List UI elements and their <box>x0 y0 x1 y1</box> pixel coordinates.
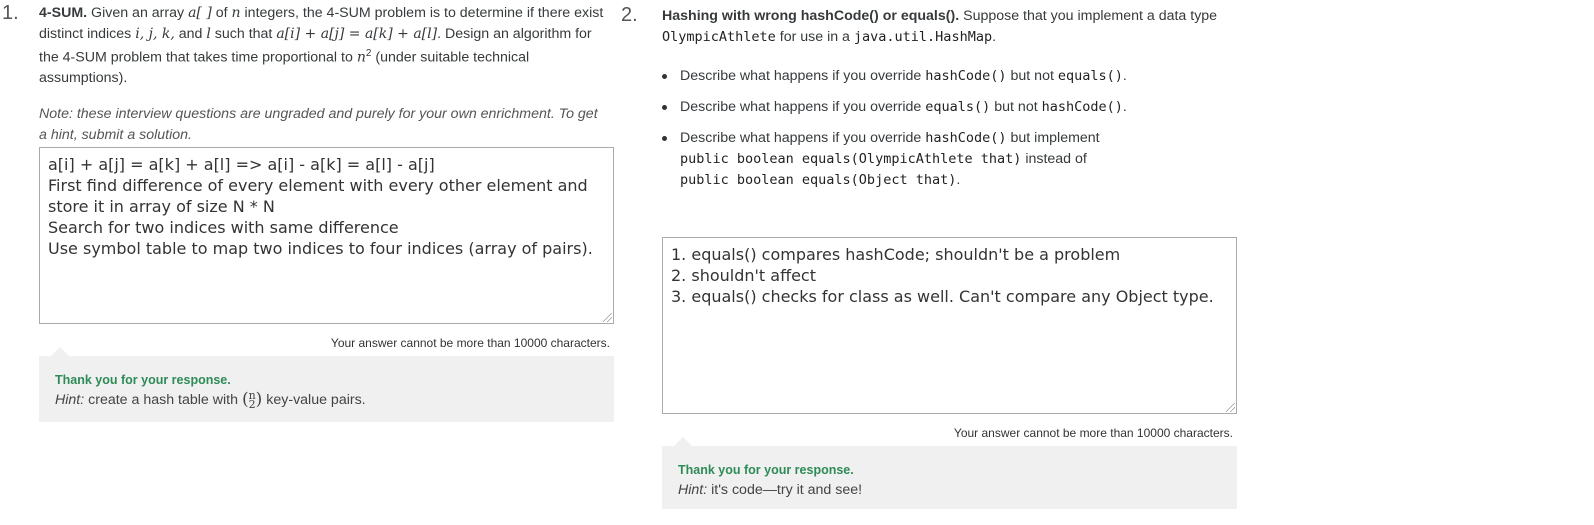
question-2-hint: Hint: it's code—try it and see! <box>678 482 863 498</box>
question-2-bullet-list: Describe what happens if you override ha… <box>662 66 1222 201</box>
question-2-bullet-3: Describe what happens if you override ha… <box>662 128 1222 191</box>
question-1-resize-handle[interactable] <box>603 313 612 322</box>
question-1-feedback: Thank you for your response. Hint: creat… <box>39 347 614 422</box>
question-1-answer-textarea[interactable]: a[i] + a[j] = a[k] + a[l] => a[i] - a[k]… <box>39 147 614 324</box>
question-2-bullet-2: Describe what happens if you override eq… <box>662 97 1222 118</box>
question-2-bullet-1: Describe what happens if you override ha… <box>662 66 1222 87</box>
question-number-2: 2. <box>621 4 638 26</box>
question-2-feedback: Thank you for your response. Hint: it's … <box>662 437 1237 509</box>
question-1-hint: Hint: create a hash table with (n 2) key-… <box>55 389 366 412</box>
question-1-title: 4-SUM. <box>39 5 88 21</box>
question-1-note: Note: these interview questions are ungr… <box>39 106 598 143</box>
question-2-resize-handle[interactable] <box>1226 403 1235 412</box>
question-1-feedback-thanks: Thank you for your response. <box>55 373 231 387</box>
question-1-char-limit: Your answer cannot be more than 10000 ch… <box>330 336 610 350</box>
binomial-n-choose-2: (n 2) <box>241 389 263 412</box>
question-2-title: Hashing with wrong hashCode() or equals(… <box>662 8 960 24</box>
question-2-answer-textarea[interactable]: 1. equals() compares hashCode; shouldn't… <box>662 237 1237 414</box>
question-2-char-limit: Your answer cannot be more than 10000 ch… <box>953 426 1233 440</box>
question-2-feedback-thanks: Thank you for your response. <box>678 463 854 477</box>
question-1-prompt: 4-SUM. Given an array a[ ] of n integers… <box>39 5 604 87</box>
question-2-prompt: Hashing with wrong hashCode() or equals(… <box>662 8 1218 45</box>
question-number-1: 1. <box>2 2 19 24</box>
